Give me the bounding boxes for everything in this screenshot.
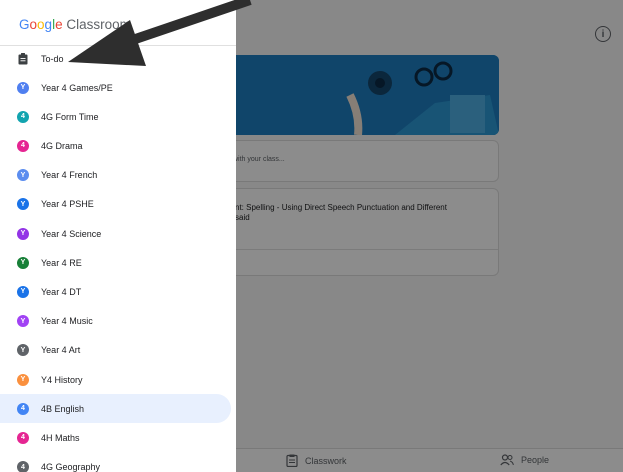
drawer-header: Google Classroom: [0, 0, 236, 46]
class-avatar-icon: Y: [17, 169, 29, 182]
drawer-item-label: Year 4 RE: [41, 257, 82, 268]
drawer-item-label: Year 4 French: [41, 170, 98, 181]
class-avatar-icon: Y: [17, 373, 29, 386]
class-avatar-icon: Y: [17, 315, 29, 328]
class-avatar-icon: Y: [17, 344, 29, 357]
drawer-item-class[interactable]: Y Year 4 Games/PE: [0, 73, 231, 102]
class-avatar-icon: 4: [17, 431, 29, 444]
drawer-item-class[interactable]: Y Year 4 Art: [0, 336, 231, 365]
drawer-item-label: Year 4 Art: [41, 345, 81, 356]
class-avatar-icon: Y: [17, 81, 29, 94]
drawer-item-label: 4B English: [41, 403, 85, 414]
class-avatar-icon: Y: [17, 285, 29, 298]
drawer-item-class[interactable]: Y Year 4 DT: [0, 277, 231, 306]
drawer-item-label: Year 4 PSHE: [41, 199, 94, 210]
navigation-drawer: Google Classroom To-do Y Year 4 Games/PE 4…: [0, 0, 236, 472]
class-avatar-icon: Y: [17, 227, 29, 240]
drawer-item-label: Year 4 Music: [41, 316, 93, 327]
class-avatar-icon: 4: [17, 139, 29, 152]
drawer-item-class[interactable]: Y Year 4 RE: [0, 248, 231, 277]
drawer-item-label: Y4 History: [41, 374, 83, 385]
drawer-item-label: 4G Geography: [41, 462, 101, 472]
google-classroom-logo[interactable]: Google Classroom: [19, 17, 131, 32]
drawer-item-label: Year 4 DT: [41, 286, 82, 297]
class-avatar-icon: Y: [17, 198, 29, 211]
drawer-item-class[interactable]: Y Year 4 Music: [0, 307, 231, 336]
drawer-item-class[interactable]: 4 4G Drama: [0, 131, 231, 160]
drawer-item-class[interactable]: Y Year 4 Science: [0, 219, 231, 248]
drawer-item-class[interactable]: 4 4H Maths: [0, 423, 231, 452]
drawer-item-class[interactable]: Y Year 4 French: [0, 161, 231, 190]
class-avatar-icon: 4: [17, 110, 29, 123]
clipboard-icon: [17, 52, 29, 65]
drawer-item-todo[interactable]: To-do: [0, 44, 231, 73]
drawer-item-label: 4G Form Time: [41, 111, 99, 122]
drawer-item-class[interactable]: Y Year 4 PSHE: [0, 190, 231, 219]
drawer-item-class[interactable]: 4 4G Form Time: [0, 102, 231, 131]
drawer-item-label: Year 4 Games/PE: [41, 82, 113, 93]
class-avatar-icon: Y: [17, 256, 29, 269]
drawer-item-class[interactable]: 4 4G Geography: [0, 453, 231, 472]
drawer-item-label: To-do: [41, 53, 64, 64]
drawer-item-class[interactable]: 4 4B English: [0, 394, 231, 424]
class-avatar-icon: 4: [17, 461, 29, 472]
drawer-item-label: 4H Maths: [41, 432, 80, 443]
drawer-item-label: 4G Drama: [41, 140, 83, 151]
drawer-item-class[interactable]: Y Y4 History: [0, 365, 231, 394]
drawer-item-label: Year 4 Science: [41, 228, 102, 239]
class-avatar-icon: 4: [17, 402, 29, 415]
